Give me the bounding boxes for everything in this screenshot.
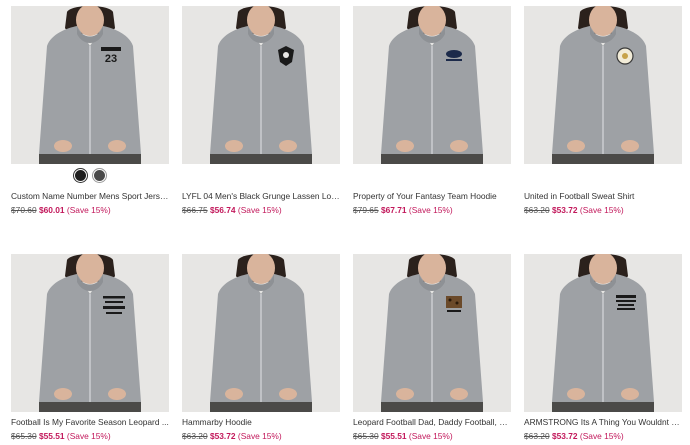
sale-price: $53.72 <box>209 431 236 441</box>
product-image[interactable] <box>353 254 511 412</box>
sale-price: $55.51 <box>380 431 407 441</box>
product-title[interactable]: LYFL 04 Men's Black Grunge Lassen Log... <box>182 191 340 202</box>
sale-price: $67.71 <box>380 205 407 215</box>
product-title[interactable]: ARMSTRONG Its A Thing You Wouldnt U... <box>524 417 682 428</box>
product-price: $63.20 $53.72 (Save 15%) <box>524 205 682 216</box>
sale-price: $53.72 <box>551 431 578 441</box>
original-price: $63.20 <box>524 431 550 441</box>
print-number: 23 <box>105 53 117 65</box>
original-price: $65.30 <box>353 431 379 441</box>
product-image[interactable] <box>182 254 340 412</box>
original-price: $63.20 <box>182 431 208 441</box>
product-card[interactable]: Property of Your Fantasy Team Hoodie $79… <box>353 6 511 216</box>
product-price: $63.20 $53.72 (Save 15%) <box>524 431 682 442</box>
product-price: $66.75 $56.74 (Save 15%) <box>182 205 340 216</box>
save-label: (Save 15%) <box>579 205 624 215</box>
sale-price: $56.74 <box>209 205 236 215</box>
product-title[interactable]: Football Is My Favorite Season Leopard .… <box>11 417 169 428</box>
original-price: $66.75 <box>182 205 208 215</box>
hoodie-illustration <box>353 6 511 164</box>
product-title[interactable]: Leopard Football Dad, Daddy Football, S.… <box>353 417 511 428</box>
hoodie-illustration <box>182 6 340 164</box>
save-label: (Save 15%) <box>408 431 453 441</box>
original-price: $65.30 <box>11 431 37 441</box>
product-card[interactable]: United in Football Sweat Shirt $63.20 $5… <box>524 6 682 216</box>
product-image[interactable] <box>524 6 682 164</box>
hoodie-illustration <box>11 254 169 412</box>
product-card[interactable]: LYFL 04 Men's Black Grunge Lassen Log...… <box>182 6 340 216</box>
product-image[interactable] <box>11 254 169 412</box>
product-card[interactable]: Football Is My Favorite Season Leopard .… <box>11 254 169 442</box>
hoodie-illustration <box>353 254 511 412</box>
product-price: $70.60 $60.01 (Save 15%) <box>11 205 169 216</box>
product-image[interactable] <box>524 254 682 412</box>
product-price: $79.65 $67.71 (Save 15%) <box>353 205 511 216</box>
original-price: $79.65 <box>353 205 379 215</box>
product-image[interactable]: 23 <box>11 6 169 164</box>
save-label: (Save 15%) <box>237 431 282 441</box>
save-label: (Save 15%) <box>66 431 111 441</box>
product-card[interactable]: Hammarby Hoodie $63.20 $53.72 (Save 15%) <box>182 254 340 442</box>
swatch-black[interactable] <box>74 168 87 182</box>
product-image[interactable] <box>353 6 511 164</box>
product-price: $63.20 $53.72 (Save 15%) <box>182 431 340 442</box>
product-card[interactable]: ARMSTRONG Its A Thing You Wouldnt U... $… <box>524 254 682 442</box>
swatch-charcoal[interactable] <box>93 168 106 182</box>
sale-price: $60.01 <box>38 205 65 215</box>
hoodie-illustration <box>524 6 682 164</box>
product-title[interactable]: Custom Name Number Mens Sport Jerse... <box>11 191 169 202</box>
sale-price: $53.72 <box>551 205 578 215</box>
hoodie-illustration <box>182 254 340 412</box>
save-label: (Save 15%) <box>237 205 282 215</box>
save-label: (Save 15%) <box>408 205 453 215</box>
hoodie-illustration <box>524 254 682 412</box>
product-title[interactable]: Hammarby Hoodie <box>182 417 340 428</box>
product-card[interactable]: Leopard Football Dad, Daddy Football, S.… <box>353 254 511 442</box>
sale-price: $55.51 <box>38 431 65 441</box>
product-card[interactable]: 23 Custom Name Number Mens Sport Jerse..… <box>11 6 169 216</box>
product-price: $65.30 $55.51 (Save 15%) <box>11 431 169 442</box>
hoodie-illustration: 23 <box>11 6 169 164</box>
original-price: $70.60 <box>11 205 37 215</box>
original-price: $63.20 <box>524 205 550 215</box>
save-label: (Save 15%) <box>66 205 111 215</box>
product-title[interactable]: Property of Your Fantasy Team Hoodie <box>353 191 511 202</box>
save-label: (Save 15%) <box>579 431 624 441</box>
color-swatches <box>11 164 169 186</box>
product-price: $65.30 $55.51 (Save 15%) <box>353 431 511 442</box>
product-title[interactable]: United in Football Sweat Shirt <box>524 191 682 202</box>
product-image[interactable] <box>182 6 340 164</box>
